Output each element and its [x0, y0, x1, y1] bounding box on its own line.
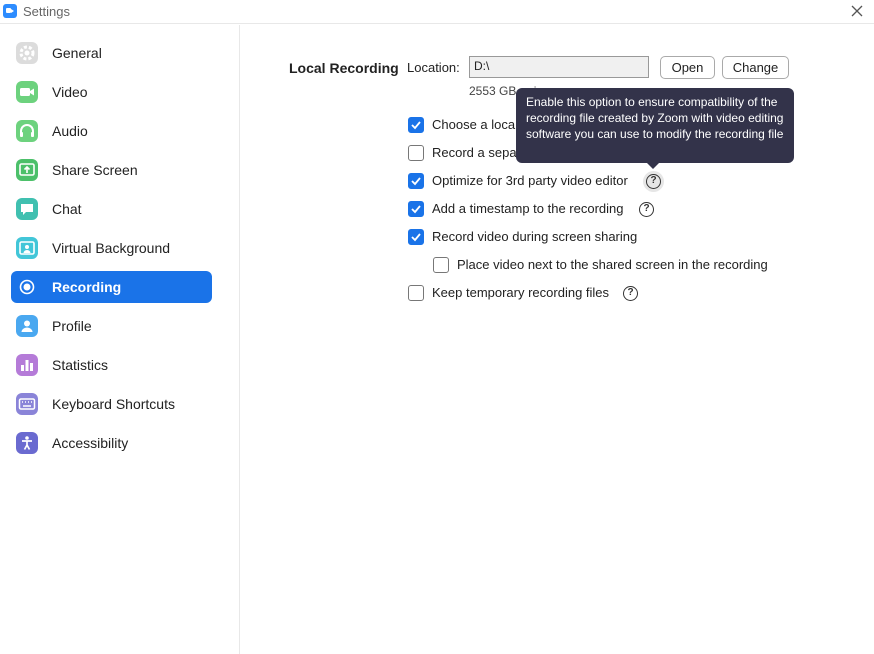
sidebar-item-label: Profile [52, 318, 92, 334]
sidebar-item-virtual-background[interactable]: Virtual Background [11, 232, 212, 264]
sidebar-item-chat[interactable]: Chat [11, 193, 212, 225]
checkbox-checked[interactable] [408, 229, 424, 245]
record-icon [16, 276, 38, 298]
profile-icon [16, 315, 38, 337]
person-background-icon [16, 237, 38, 259]
option-label: Optimize for 3rd party video editor [432, 173, 628, 188]
sidebar-item-audio[interactable]: Audio [11, 115, 212, 147]
sidebar-item-profile[interactable]: Profile [11, 310, 212, 342]
recording-settings-panel: Local Recording Location: D:\ Open Chang… [241, 25, 874, 654]
close-icon[interactable] [848, 2, 866, 20]
change-button[interactable]: Change [722, 56, 789, 79]
help-icon[interactable]: ? [646, 174, 661, 189]
window-title: Settings [23, 4, 70, 19]
sidebar-item-share-screen[interactable]: Share Screen [11, 154, 212, 186]
sidebar-item-statistics[interactable]: Statistics [11, 349, 212, 381]
gear-icon [16, 42, 38, 64]
option-label: Record a sepa [432, 145, 517, 160]
option-label: Keep temporary recording files [432, 285, 610, 300]
sidebar-item-general[interactable]: General [11, 37, 212, 69]
sidebar-item-label: Share Screen [52, 162, 138, 178]
sidebar-item-video[interactable]: Video [11, 76, 212, 108]
sidebar-item-label: Accessibility [52, 435, 129, 451]
accessibility-icon [16, 432, 38, 454]
sidebar-item-label: Chat [52, 201, 82, 217]
title-bar: Settings [0, 0, 874, 24]
checkbox-unchecked[interactable] [408, 285, 424, 301]
checkbox-unchecked[interactable] [433, 257, 449, 273]
sidebar-item-label: Virtual Background [52, 240, 171, 256]
sidebar-item-label: Keyboard Shortcuts [52, 396, 175, 412]
option-label: Add a timestamp to the recording [432, 201, 624, 216]
open-button[interactable]: Open [660, 56, 715, 79]
sidebar-item-label: Video [52, 84, 88, 100]
sidebar-item-label: General [52, 45, 102, 61]
checkbox-checked[interactable] [408, 117, 424, 133]
chat-bubble-icon [16, 198, 38, 220]
bar-chart-icon [16, 354, 38, 376]
section-title: Local Recording [289, 60, 399, 76]
headphones-icon [16, 120, 38, 142]
sidebar-item-accessibility[interactable]: Accessibility [11, 427, 212, 459]
sidebar-item-recording[interactable]: Recording [11, 271, 212, 303]
share-screen-icon [16, 159, 38, 181]
option-label: Choose a loca [432, 117, 516, 132]
help-icon[interactable]: ? [623, 286, 638, 301]
sidebar-item-label: Audio [52, 123, 88, 139]
option-label: Record video during screen sharing [432, 229, 638, 244]
sidebar-item-keyboard-shortcuts[interactable]: Keyboard Shortcuts [11, 388, 212, 420]
keyboard-icon [16, 393, 38, 415]
help-icon[interactable]: ? [639, 202, 654, 217]
checkbox-checked[interactable] [408, 201, 424, 217]
checkbox-unchecked[interactable] [408, 145, 424, 161]
tooltip-arrow [647, 163, 659, 169]
help-tooltip: Enable this option to ensure compatibili… [516, 88, 794, 163]
location-label: Location: [407, 60, 460, 75]
location-field[interactable]: D:\ [469, 56, 649, 78]
zoom-app-icon [3, 4, 17, 18]
sidebar-item-label: Recording [52, 279, 122, 295]
checkbox-checked[interactable] [408, 173, 424, 189]
option-label: Place video next to the shared screen in… [457, 257, 768, 272]
sidebar-item-label: Statistics [52, 357, 109, 373]
video-camera-icon [16, 81, 38, 103]
settings-sidebar: General Video Audio Share Screen Chat Vi… [0, 25, 240, 654]
